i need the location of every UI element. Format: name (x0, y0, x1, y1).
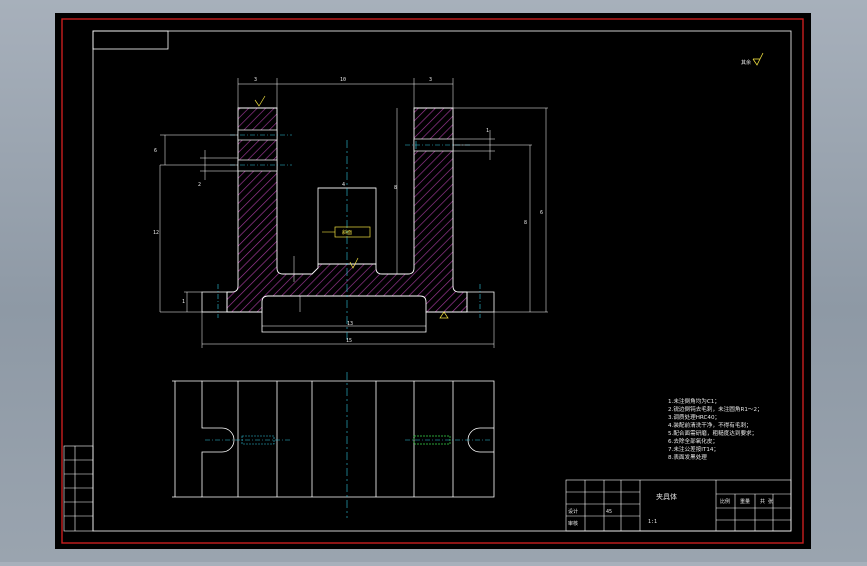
dim-bottom-inner: 13 (347, 321, 353, 327)
dim-left-height: 12 (153, 230, 159, 236)
note-5: 5.配合面需研磨，粗糙度达到要求； (668, 429, 757, 437)
dim-slot-width: 4 (342, 182, 345, 188)
dim-left-base: 1 (182, 299, 185, 305)
sheet-label: 共 张 (760, 498, 773, 505)
note-1: 1.未注倒角均为C1； (668, 397, 720, 405)
cad-drawing: 其余 3 10 3 6 2 12 4 8 1 8 6 13 15 1 斜面 1.… (55, 13, 811, 549)
note-6: 6.去除全部氧化皮； (668, 437, 718, 445)
material: 45 (606, 509, 612, 515)
scale-label: 比例 (720, 498, 730, 505)
dim-right-small: 1 (486, 128, 489, 134)
scale-value: 1:1 (648, 519, 657, 525)
dim-right-outer: 6 (540, 210, 543, 216)
dim-left-upper: 6 (154, 148, 157, 154)
dim-top-right: 3 (429, 77, 432, 83)
note-2: 2.锐边倒钝去毛刺，未注圆角R1～2； (668, 405, 763, 413)
part-name: 夹具体 (656, 492, 677, 501)
weight-label: 重量 (740, 498, 750, 505)
dim-bottom-outer: 15 (346, 338, 352, 344)
note-4: 4.装配前清洗干净，不得有毛刺； (668, 421, 752, 429)
note-3: 3.调质处理HRC40； (668, 413, 720, 421)
check-label: 审核 (568, 520, 578, 527)
note-7: 7.未注公差按IT14； (668, 445, 719, 453)
yellow-tag-label: 斜面 (342, 229, 352, 236)
dim-slot-depth: 8 (394, 185, 397, 191)
dim-top-left: 3 (254, 77, 257, 83)
dim-left-lower: 2 (198, 182, 201, 188)
designer-label: 设计 (568, 508, 578, 515)
dim-top-mid: 10 (340, 77, 346, 83)
dim-right-mid: 8 (524, 220, 527, 226)
roughness-label: 其余 (741, 59, 751, 66)
cad-viewport[interactable]: 其余 3 10 3 6 2 12 4 8 1 8 6 13 15 1 斜面 1.… (0, 0, 867, 562)
note-8: 8.表面发黑处理 (668, 453, 707, 461)
